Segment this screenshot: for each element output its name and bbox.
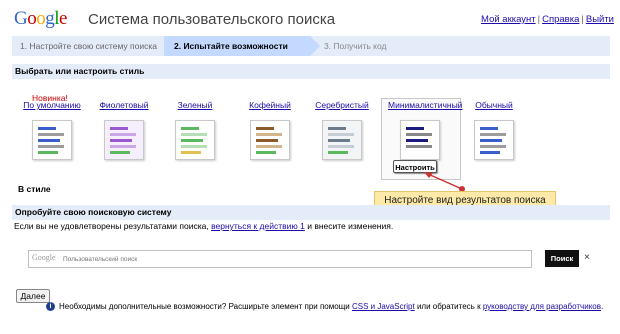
css-js-link[interactable]: CSS и JavaScript	[352, 302, 415, 311]
style-name[interactable]: Кофейный	[238, 100, 302, 112]
style-name[interactable]: Серебристый	[310, 100, 374, 112]
test-text-before: Если вы не удовлетворены результатами по…	[14, 221, 209, 231]
back-to-step-1-link[interactable]: вернуться к действию 1	[211, 221, 305, 231]
style-thumbnail[interactable]	[175, 120, 215, 160]
test-text-after: и внесите изменения.	[307, 221, 394, 231]
style-thumbnail[interactable]	[104, 120, 144, 160]
search-input[interactable]	[61, 252, 525, 266]
help-link[interactable]: Справка	[542, 14, 579, 25]
style-thumbnail[interactable]	[322, 120, 362, 160]
info-icon: i	[46, 302, 55, 312]
account-links: Мой аккаунт | Справка | Выйти	[481, 14, 614, 25]
close-icon[interactable]: ×	[584, 252, 590, 263]
style-option-classic[interactable]: Обычный	[462, 100, 526, 160]
style-option-coffee[interactable]: Кофейный	[238, 100, 302, 160]
test-section-heading: Опробуйте свою поисковую систему	[12, 205, 610, 220]
next-button[interactable]: Далее	[16, 289, 50, 303]
app-title: Система пользовательского поиска	[88, 11, 336, 28]
in-style-label: В стиле	[18, 184, 51, 194]
configure-style-button[interactable]: Настроить	[393, 160, 437, 173]
style-name[interactable]: Фиолетовый	[92, 100, 156, 112]
step-2-active: 2. Испытайте возможности	[164, 36, 320, 56]
style-thumbnail[interactable]	[250, 120, 290, 160]
google-logo: Google	[14, 8, 67, 29]
style-section-heading: Выбрать или настроить стиль	[12, 64, 610, 79]
google-watermark: Google	[32, 253, 56, 262]
style-option-green[interactable]: Зеленый	[163, 100, 227, 160]
test-instructions: Если вы не удовлетворены результатами по…	[14, 221, 393, 231]
my-account-link[interactable]: Мой аккаунт	[481, 14, 536, 25]
style-thumbnail[interactable]	[474, 120, 514, 160]
style-name[interactable]: Минималистичный	[388, 100, 462, 112]
style-name[interactable]: Зеленый	[163, 100, 227, 112]
style-option-purple[interactable]: Фиолетовый	[92, 100, 156, 160]
search-box: Google	[28, 250, 532, 268]
step-3: 3. Получить код	[324, 41, 387, 51]
step-1[interactable]: 1. Настройте свою систему поиска	[20, 36, 157, 56]
info-message: i Необходимы дополнительные возможности? …	[46, 302, 604, 312]
info-text-after: .	[600, 302, 604, 311]
style-option-minimalist[interactable]: Минималистичный	[388, 100, 462, 160]
style-name[interactable]: По умолчанию	[20, 100, 84, 112]
style-thumbnail[interactable]	[32, 120, 72, 160]
developer-guide-link[interactable]: руководству для разработчиков	[483, 302, 601, 311]
sign-out-link[interactable]: Выйти	[586, 14, 614, 25]
style-thumbnail[interactable]	[400, 120, 440, 160]
info-text-before: Необходимы дополнительные возможности? Р…	[59, 302, 350, 311]
style-option-default[interactable]: По умолчанию	[20, 100, 84, 160]
style-name[interactable]: Обычный	[462, 100, 526, 112]
search-button[interactable]: Поиск	[545, 250, 579, 267]
style-option-silver[interactable]: Серебристый	[310, 100, 374, 160]
info-text-middle: или обратитесь к	[416, 302, 481, 311]
wizard-steps: 1. Настройте свою систему поиска 2. Испы…	[12, 36, 610, 56]
